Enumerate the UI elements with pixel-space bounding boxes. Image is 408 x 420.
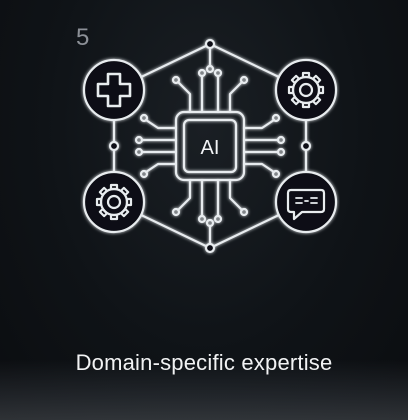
feature-card: 5 AI Domain-specific expertise — [0, 0, 408, 420]
feature-caption: Domain-specific expertise — [75, 350, 333, 375]
ai-network-illustration: AI — [82, 38, 338, 254]
gear-icon-circle-bottom — [82, 170, 146, 234]
chat-icon-circle — [274, 170, 338, 234]
chip-label: AI — [201, 137, 220, 159]
plus-icon-circle — [82, 58, 146, 122]
gear-icon-circle-top — [274, 58, 338, 122]
